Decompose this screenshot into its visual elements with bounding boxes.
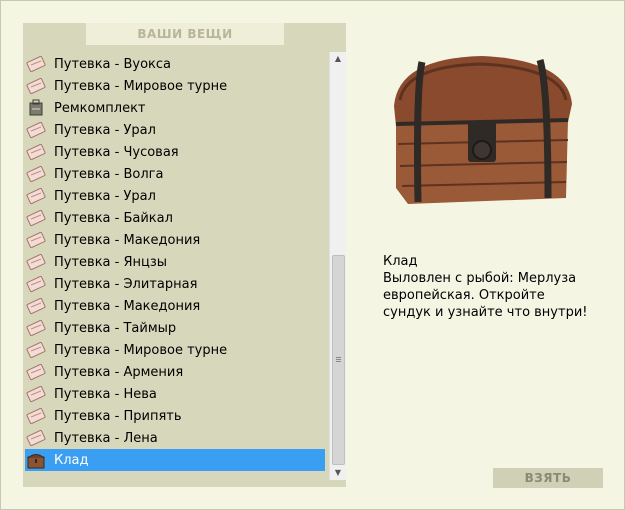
list-item-label: Путевка - Янцзы (54, 254, 168, 270)
ticket-icon (26, 341, 46, 359)
list-item-label: Путевка - Лена (54, 430, 158, 446)
ticket-icon (26, 143, 46, 161)
list-item-label: Клад (54, 452, 89, 468)
ticket-icon (26, 297, 46, 315)
list-item-label: Путевка - Армения (54, 364, 184, 380)
list-item[interactable]: Путевка - Чусовая (25, 141, 325, 163)
ticket-icon (26, 429, 46, 447)
list-item[interactable]: Путевка - Янцзы (25, 251, 325, 273)
ticket-icon (26, 187, 46, 205)
list-item-label: Ремкомплект (54, 100, 146, 116)
list-item[interactable]: Путевка - Припять (25, 405, 325, 427)
list-item-label: Путевка - Мировое турне (54, 78, 228, 94)
list-item-label: Путевка - Урал (54, 188, 156, 204)
list-item[interactable]: Путевка - Мировое турне (25, 75, 325, 97)
list-item-label: Путевка - Урал (54, 122, 156, 138)
list-item-label: Путевка - Байкал (54, 210, 173, 226)
scroll-up-arrow-icon[interactable]: ▲ (330, 52, 346, 66)
list-item-label: Путевка - Мировое турне (54, 342, 228, 358)
list-item[interactable]: Путевка - Таймыр (25, 317, 325, 339)
list-item[interactable]: Путевка - Мировое турне (25, 339, 325, 361)
ticket-icon (26, 275, 46, 293)
list-item-label: Путевка - Македония (54, 232, 201, 248)
grip-icon (336, 357, 341, 358)
treasure-chest-image (394, 56, 572, 204)
list-item[interactable]: Клад (25, 449, 325, 471)
ticket-icon (26, 385, 46, 403)
list-item-label: Путевка - Таймыр (54, 320, 177, 336)
ticket-icon (26, 407, 46, 425)
items-scrollbar[interactable]: ▲ ▼ (329, 52, 346, 480)
list-item[interactable]: Путевка - Байкал (25, 207, 325, 229)
item-title: Клад (383, 254, 418, 269)
ticket-icon (26, 231, 46, 249)
item-description-text: Выловлен с рыбой: Мерлуза европейская. О… (383, 271, 588, 320)
repair-kit-icon (29, 99, 43, 116)
item-description: Клад Выловлен с рыбой: Мерлуза европейск… (383, 253, 593, 321)
list-item[interactable]: Путевка - Македония (25, 295, 325, 317)
list-item-label: Путевка - Вуокса (54, 56, 172, 72)
ticket-icon (26, 121, 46, 139)
items-panel-header: ВАШИ ВЕЩИ (86, 23, 284, 45)
ticket-icon (26, 319, 46, 337)
list-item-label: Путевка - Чусовая (54, 144, 179, 160)
scroll-down-arrow-icon[interactable]: ▼ (330, 466, 346, 480)
ticket-icon (26, 165, 46, 183)
take-button[interactable]: ВЗЯТЬ (493, 468, 603, 488)
list-item[interactable]: Путевка - Нева (25, 383, 325, 405)
chest-icon (27, 454, 45, 469)
ticket-icon (26, 363, 46, 381)
list-item[interactable]: Путевка - Лена (25, 427, 325, 449)
list-item[interactable]: Путевка - Вуокса (25, 53, 325, 75)
list-item-label: Путевка - Элитарная (54, 276, 198, 292)
ticket-icon (26, 77, 46, 95)
list-item[interactable]: Путевка - Элитарная (25, 273, 325, 295)
ticket-icon (26, 55, 46, 73)
list-item-label: Путевка - Нева (54, 386, 157, 402)
list-item[interactable]: Путевка - Урал (25, 119, 325, 141)
list-item[interactable]: Путевка - Урал (25, 185, 325, 207)
items-list[interactable]: Путевка - Вуокса Путевка - Мировое турне Р… (23, 52, 329, 480)
list-item-label: Путевка - Волга (54, 166, 164, 182)
ticket-icon (26, 209, 46, 227)
list-item[interactable]: Путевка - Волга (25, 163, 325, 185)
list-item[interactable]: Ремкомплект (25, 97, 325, 119)
list-item-label: Путевка - Македония (54, 298, 201, 314)
list-item-label: Путевка - Припять (54, 408, 182, 424)
ticket-icon (26, 253, 46, 271)
scroll-thumb[interactable] (332, 255, 345, 465)
list-item[interactable]: Путевка - Армения (25, 361, 325, 383)
list-item[interactable]: Путевка - Македония (25, 229, 325, 251)
